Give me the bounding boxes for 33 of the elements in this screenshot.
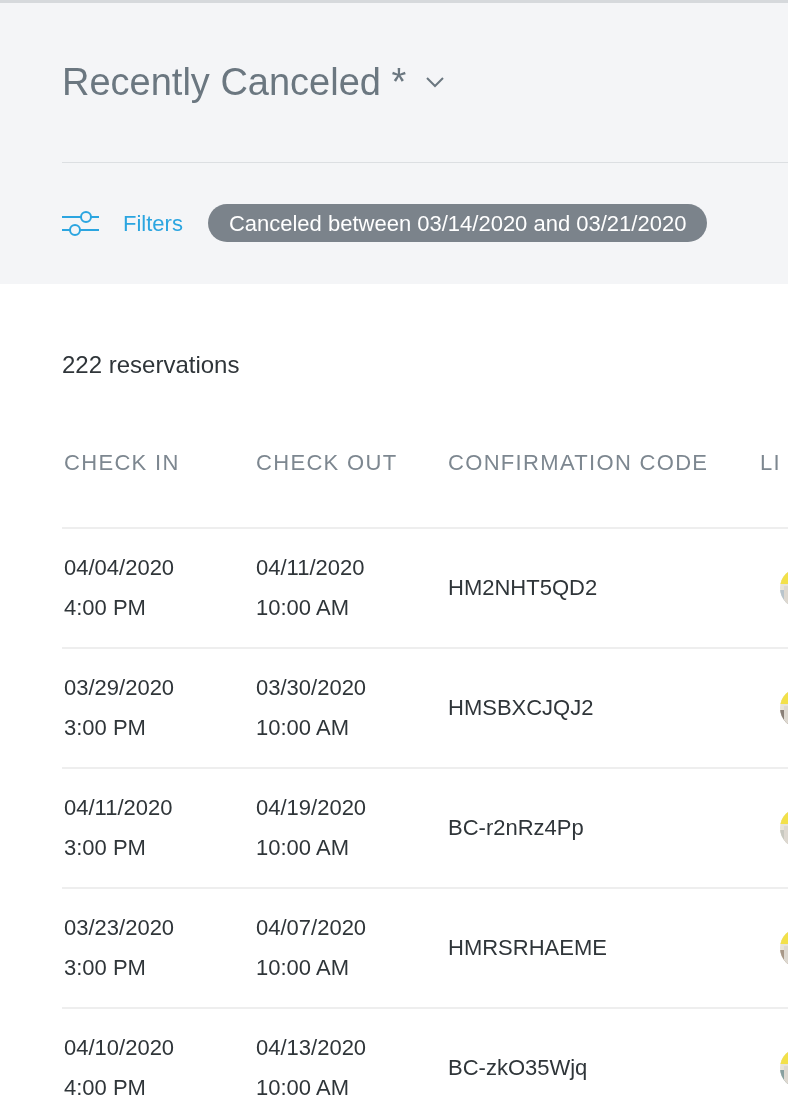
table-cell-text: 10:00 AM [256, 954, 350, 982]
column-header[interactable]: CHECK IN [64, 450, 180, 475]
table-cell-text: 04/10/2020 [64, 1034, 176, 1062]
table-cell-text: 04/11/2020 [64, 794, 174, 822]
table-cell-text: 4:00 PM [64, 1074, 147, 1102]
table-cell-text: 10:00 AM [256, 1074, 350, 1102]
view-title: Recently Canceled * [62, 60, 407, 105]
table-cell-text: 04/11/2020 [256, 554, 366, 582]
table-cell-text: 10:00 AM [256, 834, 350, 862]
table-cell-text: 3:00 PM [64, 834, 147, 862]
table-cell: HMSBXCJQJ2 [448, 695, 594, 720]
reservation-count: 222 reservations [62, 350, 240, 380]
table-cell-text: 03/30/2020 [256, 674, 368, 702]
column-header[interactable]: CONFIRMATION CODE [448, 450, 709, 475]
column-header[interactable]: CHECK OUT [256, 450, 398, 475]
filter-chip[interactable]: Canceled between 03/14/2020 and 03/21/2020 [207, 204, 708, 242]
table-cell-text: 3:00 PM [64, 714, 147, 742]
table-cell-text: 3:00 PM [64, 954, 147, 982]
table-cell: HM2NHT5QD2 [448, 575, 598, 600]
filters-button[interactable]: Filters [62, 206, 183, 240]
table-cell: BC-zkO35Wjq [448, 1055, 588, 1080]
table-cell-text: 10:00 AM [256, 594, 350, 622]
table-cell-text: 03/23/2020 [64, 914, 176, 942]
column-header[interactable]: LI [760, 450, 781, 475]
table-cell-text: 03/29/2020 [64, 674, 176, 702]
table-cell-text: 4:00 PM [64, 594, 147, 622]
table-cell-text: 04/19/2020 [256, 794, 368, 822]
table-cell-text: 04/13/2020 [256, 1034, 368, 1062]
table-cell-text: 10:00 AM [256, 714, 350, 742]
table-cell-text: 04/07/2020 [256, 914, 368, 942]
table-cell-text: 04/04/2020 [64, 554, 176, 582]
table-cell: HMRSRHAEME [448, 935, 607, 960]
table-cell: BC-r2nRz4Pp [448, 815, 584, 840]
